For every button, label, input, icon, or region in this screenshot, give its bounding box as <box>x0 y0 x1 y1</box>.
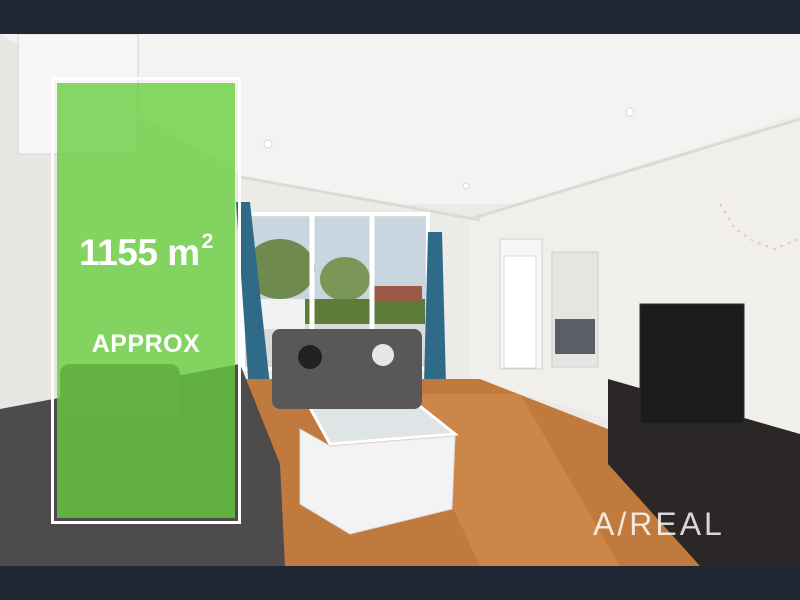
area-qualifier: APPROX <box>91 330 201 358</box>
cushion-panda <box>298 345 322 369</box>
agency-logo-watermark: A/REAL <box>593 506 725 542</box>
neighbour-roof <box>372 286 422 301</box>
listing-photo-frame: 1155 m2 APPROX A/REAL <box>0 0 800 600</box>
area-number: 1155 m <box>79 232 200 273</box>
sofa-back <box>272 329 422 409</box>
bed <box>555 319 595 354</box>
area-unit-superscript: 2 <box>201 230 214 253</box>
land-area-value: 1155 m2 <box>57 230 235 274</box>
tree <box>320 257 370 301</box>
cushion-koala <box>372 344 394 366</box>
ceiling-light <box>462 182 470 190</box>
ceiling-light <box>625 107 635 117</box>
ceiling-light <box>263 139 273 149</box>
area-badge <box>57 83 235 518</box>
front-door <box>503 255 537 369</box>
television <box>639 303 745 425</box>
